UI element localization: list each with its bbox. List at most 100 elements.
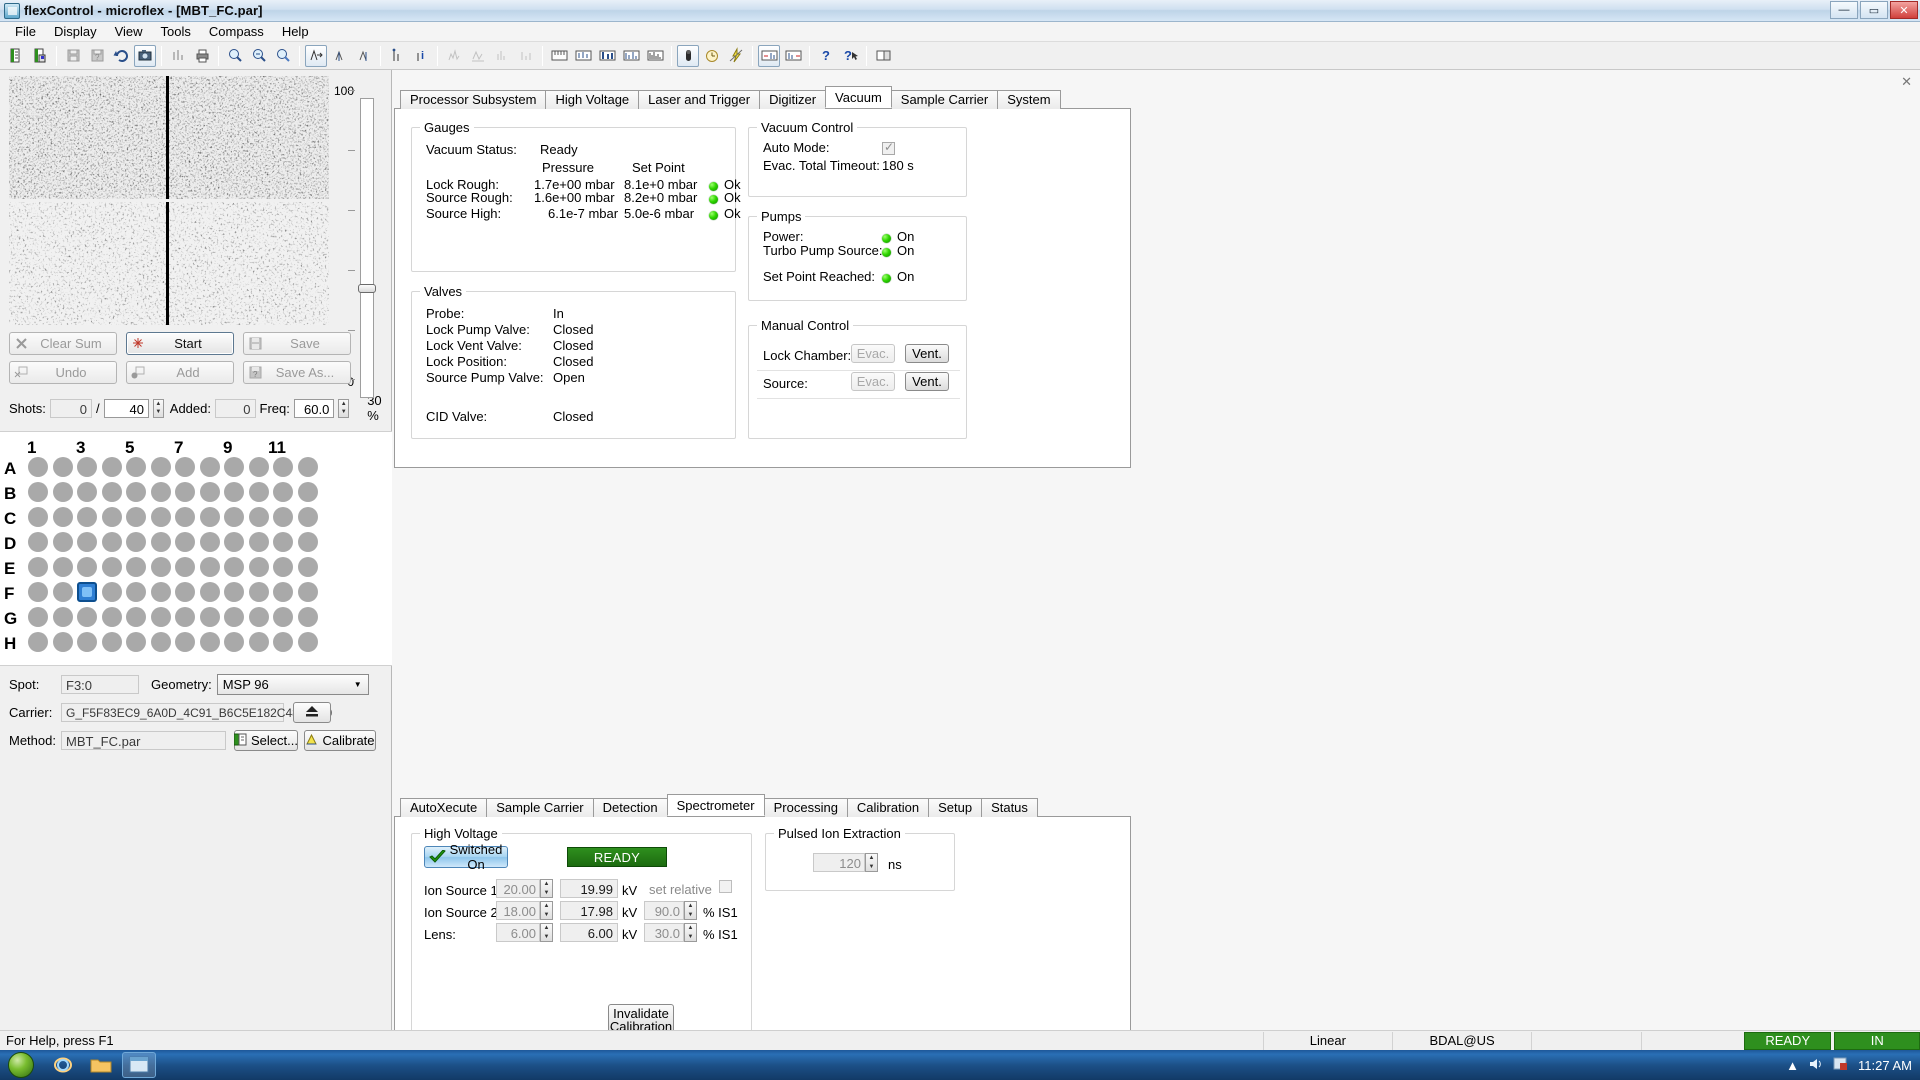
plate-well-D1[interactable] (28, 532, 48, 552)
plate-well-F10[interactable] (248, 582, 269, 602)
help-arrow-icon[interactable]: ? (839, 45, 861, 67)
sample-carrier-plate[interactable]: 1 3 5 7 9 11 A B C D E F G H (0, 431, 392, 666)
plate-well-B9[interactable] (224, 482, 244, 502)
tab-vacuum[interactable]: Vacuum (825, 86, 892, 108)
plate-well-B10[interactable] (248, 482, 269, 502)
plate-well-C1[interactable] (28, 507, 48, 527)
plate-well-A7[interactable] (175, 457, 195, 477)
smooth-icon[interactable] (443, 45, 465, 67)
ion-source-2-target-input[interactable]: 18.00 (496, 901, 540, 920)
zoom-out-icon[interactable] (248, 45, 270, 67)
tab-laser-and-trigger[interactable]: Laser and Trigger (638, 90, 761, 109)
maximize-button[interactable]: ▭ (1860, 1, 1888, 19)
intensity-scale-track[interactable] (360, 98, 374, 398)
plate-well-A6[interactable] (150, 457, 171, 477)
lock-chamber-evac-button[interactable]: Evac. (851, 344, 895, 363)
save-document-icon[interactable] (29, 45, 51, 67)
shots-total-stepper[interactable]: ▲ ▼ (152, 398, 164, 418)
plate-well-C7[interactable] (175, 507, 195, 527)
internet-explorer-icon[interactable] (46, 1052, 80, 1078)
pulsed-ion-extraction-stepper[interactable]: ▲ ▼ (865, 853, 878, 872)
tab-autoxecute[interactable]: AutoXecute (400, 798, 488, 817)
plate-well-A10[interactable] (248, 457, 269, 477)
panel-left-icon[interactable] (758, 44, 780, 67)
plate-well-D9[interactable] (224, 532, 244, 552)
plate-well-E7[interactable] (175, 557, 195, 577)
plate-well-C12[interactable] (297, 507, 318, 527)
plate-well-F4[interactable] (101, 582, 122, 602)
plate-well-G9[interactable] (224, 607, 244, 627)
scale-spectrum-icon[interactable] (644, 45, 666, 67)
tab-setup[interactable]: Setup (928, 798, 983, 817)
plate-well-A8[interactable] (199, 457, 220, 477)
info-peak-icon[interactable]: i (410, 45, 432, 67)
ion-source-2-percent-stepper[interactable]: ▲ ▼ (684, 901, 697, 920)
tab-calibration[interactable]: Calibration (846, 798, 930, 817)
spectrum-image-top[interactable] (9, 76, 329, 199)
lens-stepper[interactable]: ▲ ▼ (540, 923, 553, 942)
plate-well-G7[interactable] (175, 607, 195, 627)
plate-well-A4[interactable] (101, 457, 122, 477)
folder-explorer-icon[interactable] (84, 1052, 118, 1078)
plate-well-G10[interactable] (248, 607, 269, 627)
clear-sum-button[interactable]: Clear Sum (9, 332, 117, 355)
source-evac-button[interactable]: Evac. (851, 372, 895, 391)
plate-well-H1[interactable] (28, 632, 48, 652)
plate-well-E6[interactable] (150, 557, 171, 577)
windows-start-button[interactable] (0, 1050, 42, 1080)
tab-sample-carrier-method[interactable]: Sample Carrier (486, 798, 594, 817)
plate-well-D8[interactable] (199, 532, 220, 552)
close-status-panel-icon[interactable]: ✕ (1901, 74, 1912, 90)
zoom-in-icon[interactable] (224, 45, 246, 67)
plate-well-G3[interactable] (77, 607, 97, 627)
plate-well-E9[interactable] (224, 557, 244, 577)
lens-percent-stepper[interactable]: ▲ ▼ (684, 923, 697, 942)
set-relative-checkbox[interactable] (719, 880, 732, 893)
menu-item-help[interactable]: Help (273, 22, 318, 41)
plate-well-A12[interactable] (297, 457, 318, 477)
tab-processing[interactable]: Processing (763, 798, 848, 817)
plate-well-D12[interactable] (297, 532, 318, 552)
grid-spectrum-icon[interactable] (572, 45, 594, 67)
tab-detection[interactable]: Detection (592, 798, 668, 817)
intensity-scale-thumb[interactable] (358, 284, 376, 293)
undo-button[interactable]: Undo (9, 361, 117, 384)
plate-well-F8[interactable] (199, 582, 220, 602)
menu-item-display[interactable]: Display (45, 22, 106, 41)
plate-well-B8[interactable] (199, 482, 220, 502)
plate-well-D5[interactable] (126, 532, 146, 552)
plate-well-G8[interactable] (199, 607, 220, 627)
volume-icon[interactable] (1808, 1057, 1824, 1074)
switched-on-button[interactable]: Switched On (424, 842, 508, 872)
close-button[interactable]: ✕ (1890, 1, 1918, 19)
plate-well-D3[interactable] (77, 532, 97, 552)
tab-system[interactable]: System (997, 90, 1061, 109)
lock-chamber-vent-button[interactable]: Vent. (905, 344, 949, 363)
plate-well-E4[interactable] (101, 557, 122, 577)
panel-right-icon[interactable] (782, 45, 804, 67)
tab-sample-carrier[interactable]: Sample Carrier (890, 90, 999, 109)
camera-icon[interactable] (134, 44, 156, 67)
plate-well-B5[interactable] (126, 482, 146, 502)
plate-well-A1[interactable] (28, 457, 48, 477)
plate-well-F1[interactable] (28, 582, 48, 602)
plate-well-A2[interactable] (52, 457, 73, 477)
plate-well-H7[interactable] (175, 632, 195, 652)
tab-high-voltage[interactable]: High Voltage (545, 90, 640, 109)
taskbar-clock[interactable]: 11:27 AM (1858, 1058, 1912, 1073)
plate-well-H6[interactable] (150, 632, 171, 652)
plate-well-E11[interactable] (273, 557, 293, 577)
plate-well-C2[interactable] (52, 507, 73, 527)
plate-well-E3[interactable] (77, 557, 97, 577)
flexcontrol-icon[interactable] (122, 1052, 156, 1078)
new-document-icon[interactable] (5, 45, 27, 67)
plate-well-B11[interactable] (273, 482, 293, 502)
plate-well-B3[interactable] (77, 482, 97, 502)
menu-item-compass[interactable]: Compass (200, 22, 273, 41)
tab-status[interactable]: Status (981, 798, 1038, 817)
plate-well-H11[interactable] (273, 632, 293, 652)
plate-well-H4[interactable] (101, 632, 122, 652)
plate-well-F9[interactable] (224, 582, 244, 602)
plate-well-B1[interactable] (28, 482, 48, 502)
ion-source-1-stepper[interactable]: ▲ ▼ (540, 879, 553, 898)
